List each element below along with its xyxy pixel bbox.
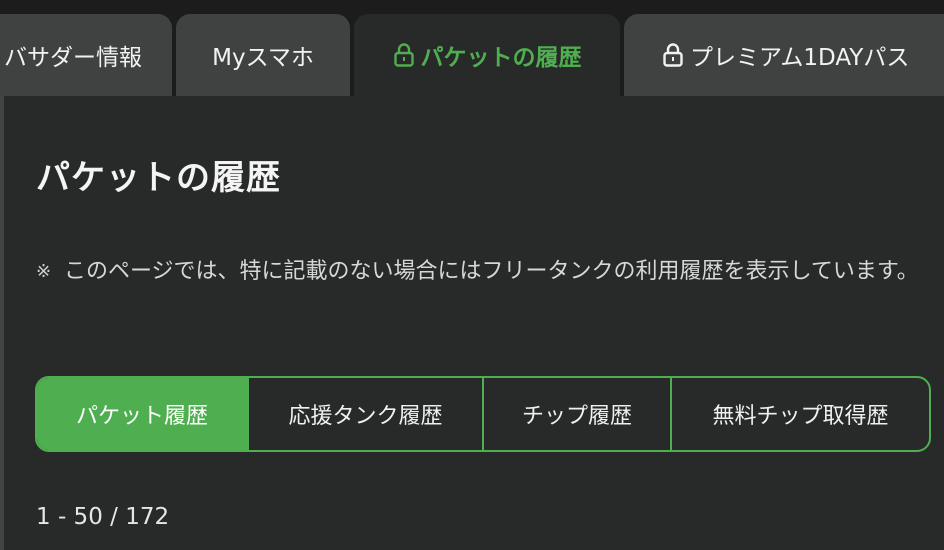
- tab-packet-history[interactable]: パケットの履歴: [354, 14, 620, 96]
- tab-label: プレミアム1DAYパス: [690, 45, 910, 71]
- segment-tip-history[interactable]: チップ履歴: [484, 378, 672, 450]
- tab-ambassador-info[interactable]: バサダー情報: [0, 14, 172, 96]
- tab-label: バサダー情報: [4, 45, 142, 71]
- note-text: このページでは、特に記載のない場合にはフリータンクの利用履歴を表示しています。: [64, 259, 919, 284]
- tab-label: パケットの履歴: [420, 45, 582, 71]
- history-type-selector: パケット履歴 応援タンク履歴 チップ履歴 無料チップ取得歴: [35, 376, 931, 452]
- page-title: パケットの履歴: [36, 158, 281, 198]
- tab-premium-1day-pass[interactable]: プレミアム1DAYパス: [624, 14, 944, 96]
- history-note: ※ このページでは、特に記載のない場合にはフリータンクの利用履歴を表示しています…: [36, 252, 936, 292]
- lock-icon: [663, 43, 683, 67]
- segment-free-tip-history[interactable]: 無料チップ取得歴: [672, 378, 929, 450]
- lock-icon: [393, 43, 414, 67]
- scroll-edge: [0, 96, 4, 550]
- tab-bar: バサダー情報 Myスマホ パケットの履歴 プレミアム1DAYパス: [0, 8, 944, 96]
- segment-support-tank-history[interactable]: 応援タンク履歴: [249, 378, 484, 450]
- top-strip: [0, 0, 944, 8]
- segment-packet-history[interactable]: パケット履歴: [37, 378, 249, 450]
- pagination-range: 1 - 50 / 172: [36, 504, 170, 530]
- note-mark: ※: [36, 261, 52, 282]
- tab-label: Myスマホ: [212, 45, 314, 71]
- tab-my-smartphone[interactable]: Myスマホ: [176, 14, 350, 96]
